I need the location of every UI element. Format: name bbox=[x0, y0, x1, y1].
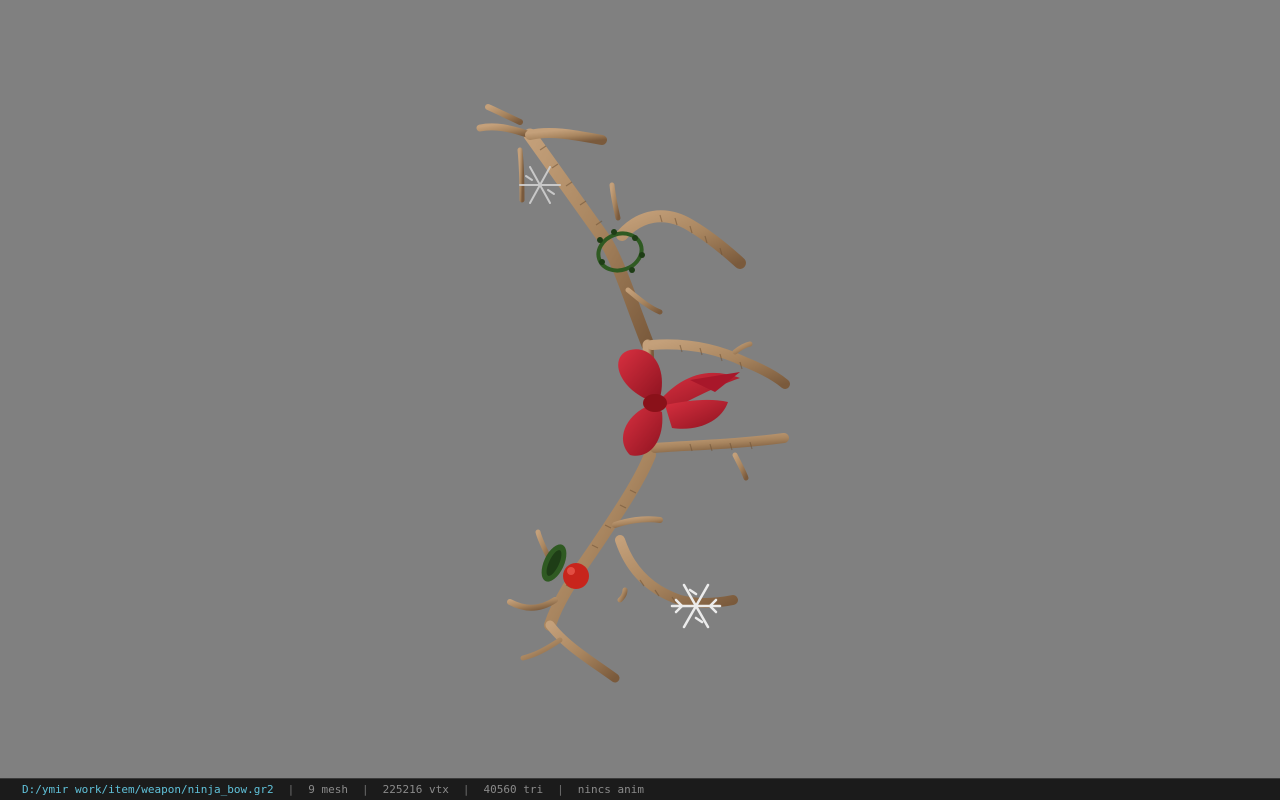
separator: | bbox=[462, 783, 470, 796]
snowflake-lower bbox=[670, 583, 722, 629]
vertex-count: 225216 vtx bbox=[382, 783, 449, 796]
antler-branches bbox=[476, 104, 790, 683]
animation-status: nincs anim bbox=[577, 783, 644, 796]
3d-viewport[interactable] bbox=[0, 0, 1280, 778]
bow-model bbox=[476, 104, 790, 683]
separator: | bbox=[287, 783, 295, 796]
mesh-count: 9 mesh bbox=[308, 783, 349, 796]
triangle-count: 40560 tri bbox=[483, 783, 544, 796]
status-bar: D:/ymir work/item/weapon/ninja_bow.gr2 |… bbox=[0, 778, 1280, 800]
red-ornament bbox=[563, 563, 589, 589]
separator: | bbox=[362, 783, 369, 796]
separator: | bbox=[557, 783, 564, 796]
file-path: D:/ymir work/item/weapon/ninja_bow.gr2 bbox=[22, 783, 274, 796]
